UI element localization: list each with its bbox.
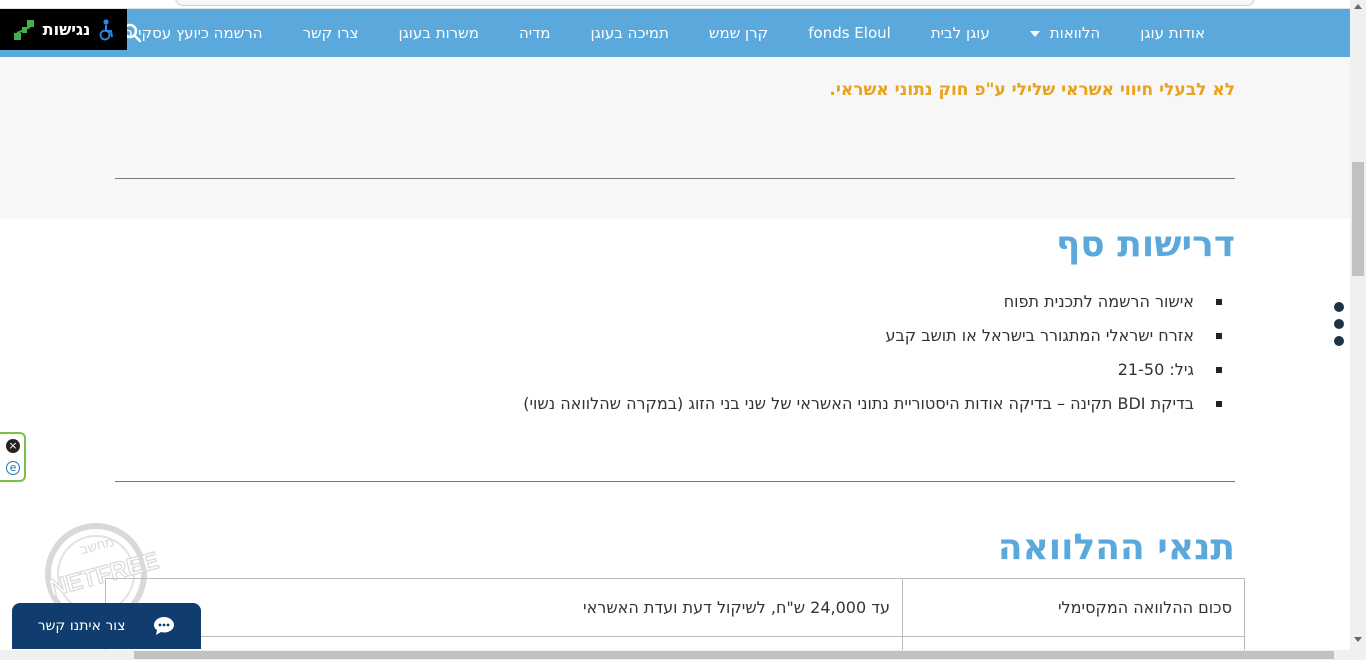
scrollbar-thumb[interactable] bbox=[134, 651, 1334, 659]
address-bar-edge[interactable] bbox=[175, 0, 1255, 6]
horizontal-scrollbar[interactable] bbox=[0, 650, 1350, 660]
nav-items: אודות עוגן הלוואות עוגן לבית fonds Eloul… bbox=[81, 9, 1225, 57]
chat-label: צור איתנו קשר bbox=[37, 618, 126, 634]
section-dot[interactable] bbox=[1334, 302, 1344, 312]
e-icon[interactable]: e bbox=[6, 461, 20, 475]
scrollbar-thumb[interactable] bbox=[1352, 162, 1364, 276]
requirements-list: אישור הרשמה לתכנית תפוח אזרח ישראלי המתג… bbox=[523, 288, 1222, 424]
list-item: גיל: 21-50 bbox=[523, 356, 1222, 390]
nav-item-home[interactable]: עוגן לבית bbox=[911, 9, 1010, 57]
accessibility-button[interactable]: נגישות bbox=[0, 9, 127, 50]
table-row: סכום ההלוואה המקסימלי עד 24,000 ש"ח, לשי… bbox=[105, 578, 1245, 637]
nav-item-jobs[interactable]: משרות בעוגן bbox=[379, 9, 499, 57]
browser-top-edge bbox=[0, 0, 1350, 9]
main-nav: אודות עוגן הלוואות עוגן לבית fonds Eloul… bbox=[0, 9, 1350, 57]
nav-item-loans[interactable]: הלוואות bbox=[1010, 9, 1120, 57]
nav-item-about[interactable]: אודות עוגן bbox=[1120, 9, 1225, 57]
page: אודות עוגן הלוואות עוגן לבית fonds Eloul… bbox=[0, 0, 1366, 660]
vertical-scrollbar[interactable] bbox=[1350, 0, 1366, 660]
nav-item-fonds-eloul[interactable]: fonds Eloul bbox=[788, 9, 911, 57]
list-item: בדיקת BDI תקינה – בדיקה אודות היסטוריית … bbox=[523, 390, 1222, 424]
netfree-widget[interactable]: × e bbox=[0, 432, 26, 482]
divider bbox=[115, 178, 1235, 179]
loan-terms-title: תנאי ההלוואה bbox=[997, 527, 1235, 568]
table-cell-value: עד 24,000 ש"ח, לשיקול דעת ועדת האשראי bbox=[105, 578, 903, 637]
requirements-title: דרישות סף bbox=[1056, 224, 1235, 265]
section-dot[interactable] bbox=[1334, 336, 1344, 346]
nav-item-contact[interactable]: צרו קשר bbox=[283, 9, 379, 57]
list-item: אישור הרשמה לתכנית תפוח bbox=[523, 288, 1222, 322]
nav-item-support[interactable]: תמיכה בעוגן bbox=[570, 9, 688, 57]
wheelchair-icon bbox=[99, 18, 114, 40]
list-item: אזרח ישראלי המתגורר בישראל או תושב קבע bbox=[523, 322, 1222, 356]
credit-warning-text: לא לבעלי חיווי אשראי שלילי ע"פ חוק נתוני… bbox=[829, 80, 1235, 100]
section-dots-nav[interactable] bbox=[1334, 302, 1344, 346]
section-dot[interactable] bbox=[1334, 319, 1344, 329]
divider bbox=[115, 481, 1235, 482]
table-cell-key: סכום ההלוואה המקסימלי bbox=[902, 578, 1245, 637]
scroll-down-icon[interactable] bbox=[1354, 637, 1362, 642]
accessibility-label: נגישות bbox=[42, 20, 91, 39]
close-icon[interactable]: × bbox=[6, 439, 20, 453]
loan-terms-table: סכום ההלוואה המקסימלי עד 24,000 ש"ח, לשי… bbox=[105, 578, 1245, 657]
sitemap-icon bbox=[13, 19, 34, 40]
nav-item-shemesh-fund[interactable]: קרן שמש bbox=[689, 9, 788, 57]
scroll-up-icon[interactable] bbox=[1354, 4, 1362, 9]
chat-bubble-icon bbox=[154, 617, 175, 635]
contact-chat-button[interactable]: צור איתנו קשר bbox=[12, 603, 201, 649]
nav-item-media[interactable]: מדיה bbox=[499, 9, 571, 57]
